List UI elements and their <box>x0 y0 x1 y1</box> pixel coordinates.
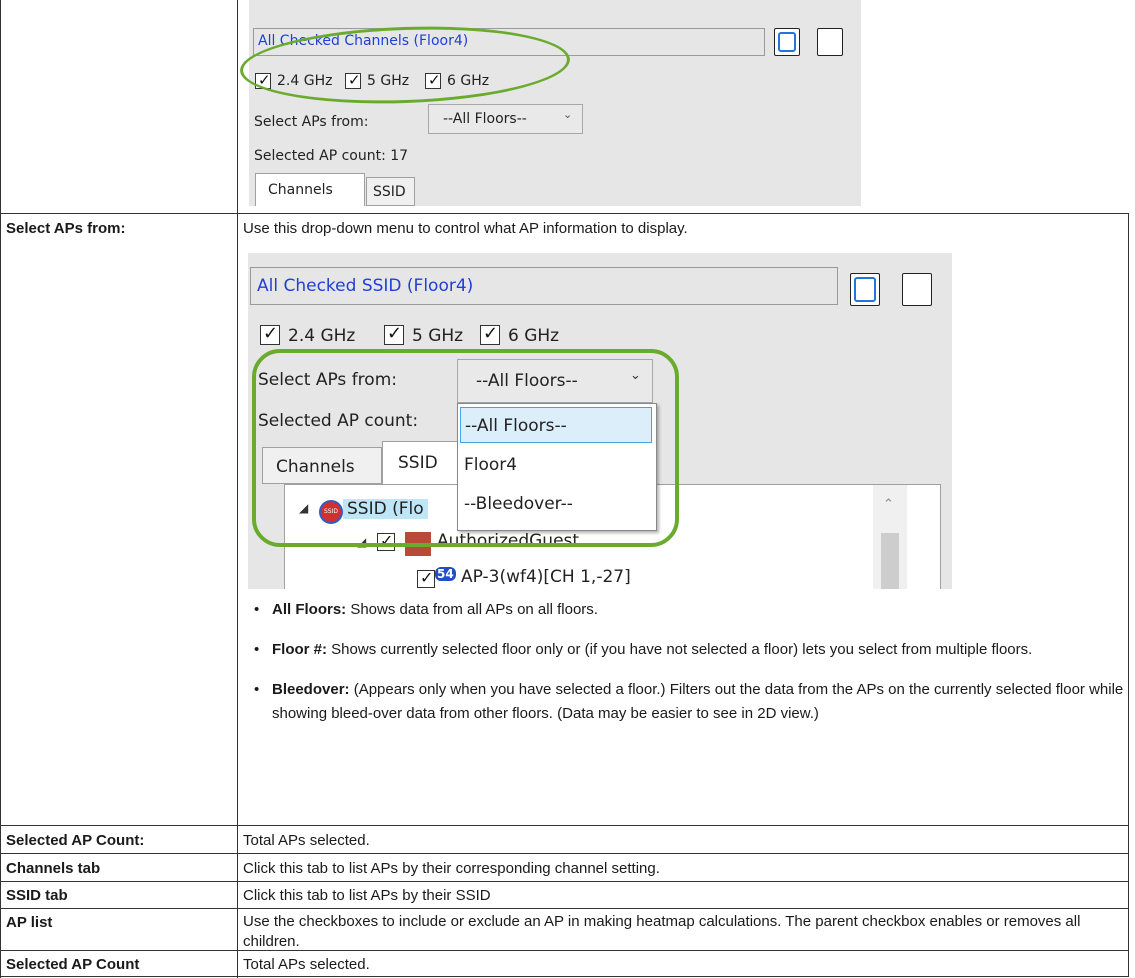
band-6ghz-checkbox[interactable]: ✓ <box>480 323 500 345</box>
row-label-ap-list: AP list <box>6 914 53 931</box>
scroll-thumb[interactable] <box>881 533 899 589</box>
row-border <box>0 908 1129 909</box>
row-border <box>0 853 1129 854</box>
tab-channels[interactable]: Channels <box>255 173 365 206</box>
row-desc-ssid-tab: Click this tab to list APs by their SSID <box>243 887 491 904</box>
list-item: Bleedover: (Appears only when you have s… <box>248 678 1128 726</box>
table-right-border <box>1128 214 1129 976</box>
band-5ghz-checkbox[interactable]: ✓ <box>384 323 404 345</box>
scroll-up-icon[interactable]: ⌃ <box>883 497 894 512</box>
chevron-down-icon: ⌄ <box>563 108 573 121</box>
tab-ssid[interactable]: SSID <box>366 177 415 206</box>
row-desc-selected-ap-count-2: Total APs selected. <box>243 956 370 973</box>
uncheck-all-button[interactable] <box>902 273 932 306</box>
check-all-button[interactable] <box>774 28 800 56</box>
tree-scrollbar[interactable]: ⌃ <box>873 485 907 589</box>
row-desc-channels-tab: Click this tab to list APs by their corr… <box>243 860 660 877</box>
row-label-channels-tab: Channels tab <box>6 860 101 877</box>
ap-checkbox[interactable]: ✓ <box>417 568 435 588</box>
row-label-selected-ap-count-2: Selected AP Count <box>6 956 140 973</box>
row-desc-select-aps-from: Use this drop-down menu to control what … <box>243 220 688 237</box>
bullet-list: All Floors: Shows data from all APs on a… <box>248 598 1128 742</box>
row-border <box>0 213 1129 214</box>
selected-ap-count: Selected AP count: 17 <box>254 148 409 164</box>
row-label-select-aps-from: Select APs from: <box>6 220 126 237</box>
screenshot-channels-panel: All Checked Channels (Floor4) ✓ 2.4 GHz … <box>238 0 861 206</box>
row-label-ssid-tab: SSID tab <box>6 887 68 904</box>
table-left-border <box>0 0 1 978</box>
list-item: All Floors: Shows data from all APs on a… <box>248 598 1128 622</box>
row-desc-selected-ap-count: Total APs selected. <box>243 832 370 849</box>
check-all-button[interactable] <box>850 273 880 306</box>
row-border <box>0 825 1129 826</box>
band-2-4ghz-checkbox[interactable]: ✓ <box>260 323 280 345</box>
highlight-rounded-rectangle <box>252 349 679 547</box>
screenshot-ssid-panel: All Checked SSID (Floor4) ✓ 2.4 GHz ✓ 5 … <box>248 253 952 589</box>
select-aps-dropdown[interactable]: --All Floors-- ⌄ <box>428 104 583 134</box>
doc-table: Select APs from: Selected AP Count: Chan… <box>0 0 1135 978</box>
uncheck-all-button[interactable] <box>817 28 843 56</box>
tree-ap-item[interactable]: AP-3(wf4)[CH 1,-27] <box>461 567 631 587</box>
row-border <box>0 976 1129 977</box>
row-border <box>0 881 1129 882</box>
ap-channel-badge-icon: 54 <box>435 567 456 581</box>
select-aps-label: Select APs from: <box>254 114 369 130</box>
column-divider <box>237 0 238 978</box>
list-item: Floor #: Shows currently selected floor … <box>248 638 1128 662</box>
row-desc-ap-list: Use the checkboxes to include or exclude… <box>243 913 1081 950</box>
panel-title-field: All Checked SSID (Floor4) <box>250 267 838 305</box>
row-label-selected-ap-count: Selected AP Count: <box>6 832 145 849</box>
